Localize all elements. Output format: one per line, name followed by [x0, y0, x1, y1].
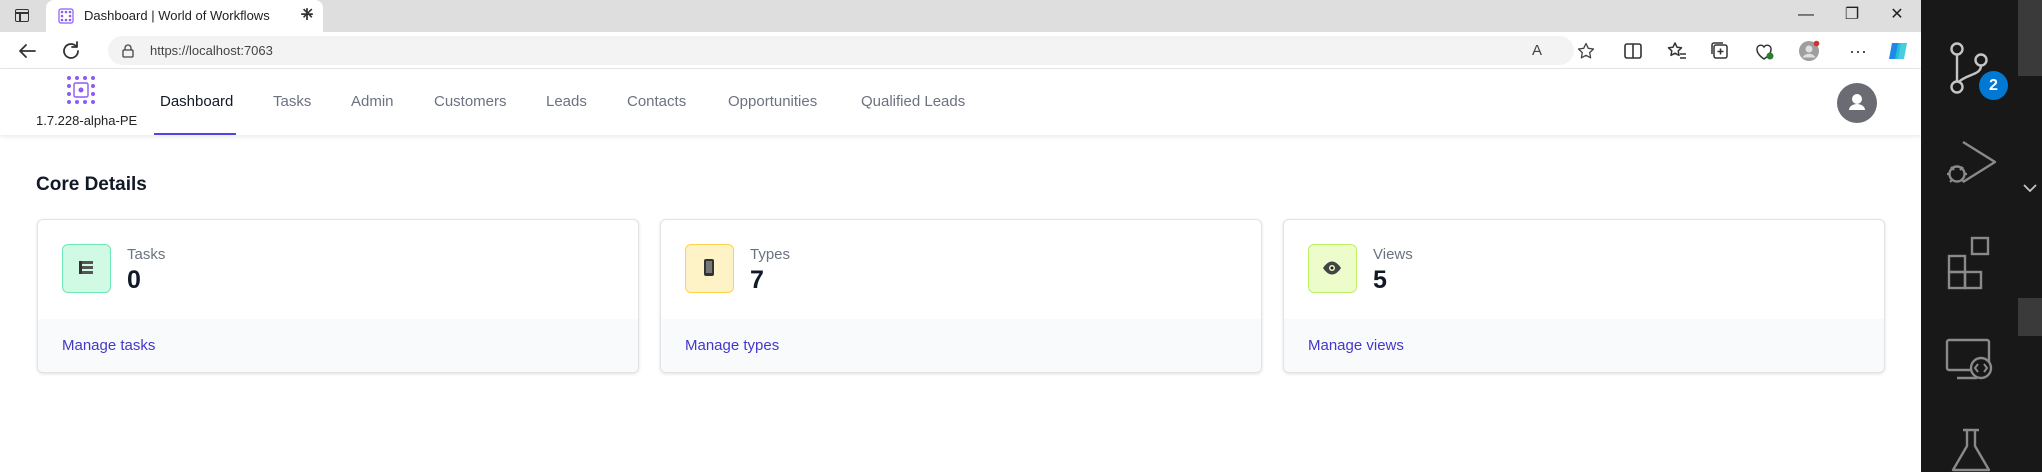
browser-tab[interactable]: Dashboard | World of Workflows ✕ — [46, 0, 323, 32]
flask-icon — [1951, 428, 1991, 472]
url-text[interactable]: https://localhost:7063 — [150, 43, 273, 58]
types-card: Types 7 Manage types — [660, 219, 1262, 373]
source-control-button[interactable]: 2 — [1943, 40, 2008, 100]
nav-tasks[interactable]: Tasks — [273, 93, 311, 110]
chevron-down-icon[interactable] — [2020, 178, 2040, 198]
workflow-favicon-icon — [58, 8, 74, 24]
user-avatar[interactable] — [1837, 83, 1877, 123]
nav-qualified-leads[interactable]: Qualified Leads — [861, 93, 965, 110]
nav-leads[interactable]: Leads — [546, 93, 587, 110]
eye-icon — [1323, 261, 1341, 275]
card-footer: Manage views — [1284, 319, 1884, 372]
tab-actions-icon[interactable] — [12, 7, 32, 25]
card-label: Types — [750, 246, 791, 263]
card-value: 0 — [127, 266, 141, 294]
user-icon — [1849, 94, 1865, 110]
nav-contacts[interactable]: Contacts — [627, 93, 686, 110]
active-nav-indicator — [154, 133, 236, 135]
restore-button[interactable]: ❐ — [1832, 5, 1872, 25]
testing-button[interactable] — [1943, 426, 1999, 472]
types-icon-box — [685, 244, 734, 293]
close-window-button[interactable]: ✕ — [1877, 5, 1917, 25]
favorites-icon[interactable] — [1665, 39, 1689, 63]
tab-title: Dashboard | World of Workflows — [84, 8, 270, 23]
collections-icon[interactable] — [1708, 39, 1732, 63]
views-icon-box — [1308, 244, 1357, 293]
browser-essentials-icon[interactable] — [1752, 39, 1776, 63]
manage-tasks-link[interactable]: Manage tasks — [62, 337, 155, 354]
refresh-icon[interactable] — [59, 39, 83, 63]
more-options-icon[interactable]: ··· — [1846, 39, 1870, 63]
views-card: Views 5 Manage views — [1283, 219, 1885, 373]
address-bar[interactable]: https://localhost:7063 A — [108, 36, 1595, 65]
vscode-scrollbar-thumb[interactable] — [2018, 298, 2042, 336]
nav-dashboard[interactable]: Dashboard — [160, 93, 233, 110]
extensions-button[interactable] — [1943, 234, 1999, 290]
card-label: Views — [1373, 246, 1413, 263]
split-screen-icon[interactable] — [1621, 39, 1645, 63]
manage-types-link[interactable]: Manage types — [685, 337, 779, 354]
device-icon — [704, 259, 714, 276]
card-footer: Manage types — [661, 319, 1261, 372]
card-value: 7 — [750, 266, 764, 294]
copilot-icon[interactable] — [1886, 39, 1910, 63]
vscode-scrollbar-top[interactable] — [2018, 0, 2042, 76]
tasks-icon-box — [62, 244, 111, 293]
profile-icon[interactable] — [1797, 39, 1821, 63]
remote-explorer-icon — [1945, 338, 1993, 380]
lock-icon[interactable] — [120, 43, 136, 59]
favorite-star-icon[interactable] — [1576, 41, 1596, 61]
card-label: Tasks — [127, 246, 166, 263]
card-value: 5 — [1373, 266, 1387, 294]
minimize-button[interactable]: — — [1786, 5, 1826, 25]
back-arrow-icon[interactable] — [15, 39, 39, 63]
tab-bar: Dashboard | World of Workflows ✕ + — ❐ ✕ — [0, 0, 1921, 32]
browser-window: Dashboard | World of Workflows ✕ + — ❐ ✕… — [0, 0, 1921, 472]
extensions-icon — [1947, 236, 1990, 290]
section-title: Core Details — [36, 174, 147, 195]
remote-explorer-button[interactable] — [1943, 330, 1999, 386]
manage-views-link[interactable]: Manage views — [1308, 337, 1404, 354]
list-icon — [79, 261, 93, 274]
nav-opportunities[interactable]: Opportunities — [728, 93, 817, 110]
nav-admin[interactable]: Admin — [351, 93, 394, 110]
app-version: 1.7.228-alpha-PE — [36, 113, 138, 128]
tasks-card: Tasks 0 Manage tasks — [37, 219, 639, 373]
card-footer: Manage tasks — [38, 319, 638, 372]
browser-toolbar: https://localhost:7063 A ··· — [0, 32, 1921, 69]
source-control-badge: 2 — [1979, 71, 2008, 100]
new-tab-button[interactable]: + — [294, 3, 320, 29]
vscode-activity-bar: 2 — [1921, 0, 2042, 472]
read-aloud-icon[interactable]: A — [1527, 41, 1547, 61]
app-navbar: 1.7.228-alpha-PE Dashboard Tasks Admin C… — [0, 69, 1921, 135]
run-debug-button[interactable] — [1943, 136, 1999, 192]
run-debug-icon — [1947, 140, 1997, 184]
nav-customers[interactable]: Customers — [434, 93, 507, 110]
app-logo-icon[interactable] — [66, 75, 96, 105]
